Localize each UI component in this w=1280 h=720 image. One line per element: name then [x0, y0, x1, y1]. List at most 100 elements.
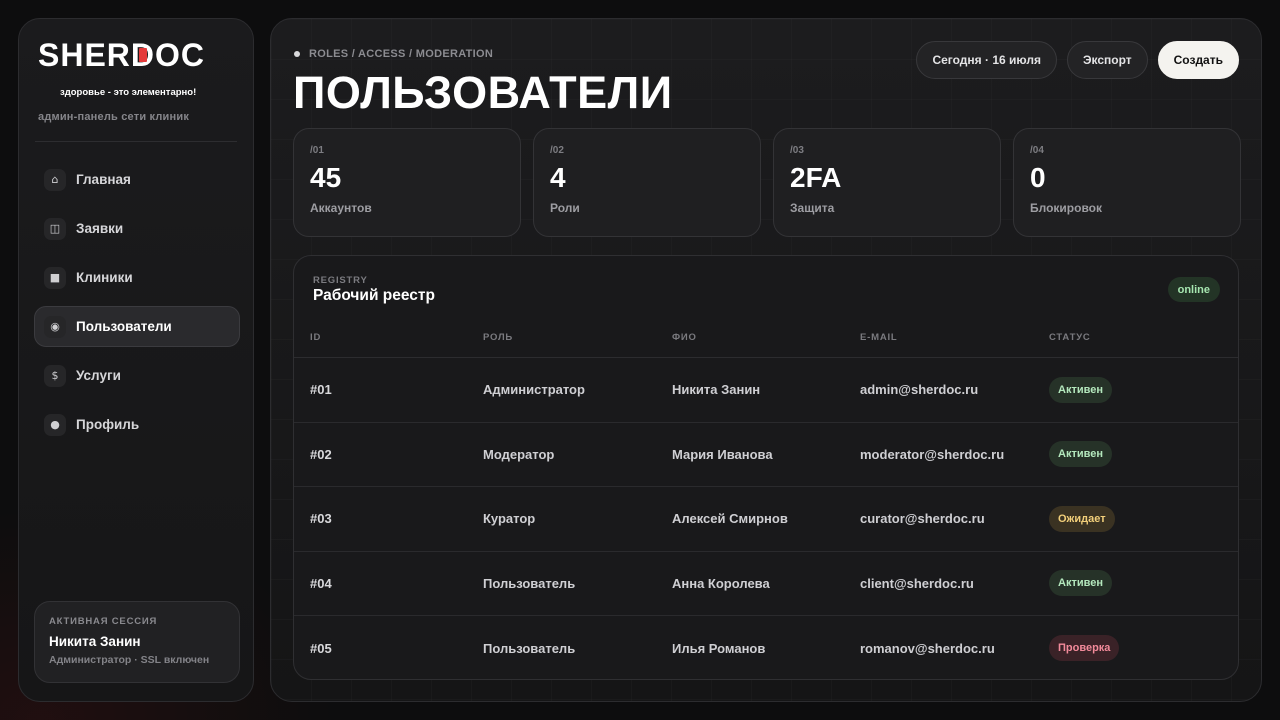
status-badge: Активен — [1049, 441, 1112, 468]
table-row[interactable]: #05 Пользователь Илья Романов romanov@sh… — [294, 616, 1238, 679]
cell-status: Ожидает — [1049, 505, 1238, 532]
column-header-status[interactable]: СТАТУС — [1049, 332, 1238, 343]
cell-role: Пользователь — [483, 575, 576, 591]
export-button[interactable]: Экспорт — [1066, 41, 1148, 79]
stat-index: /04 — [1030, 145, 1044, 156]
cell-name: Илья Романов — [672, 640, 766, 656]
status-badge: Проверка — [1049, 635, 1120, 662]
stat-card-accounts: /01 45 Аккаунтов — [293, 128, 521, 237]
stat-index: /03 — [790, 145, 804, 156]
stats-row: /01 45 Аккаунтов /02 4 Роли /03 2FA Защи… — [293, 128, 1241, 237]
cell-name: Никита Занин — [672, 382, 761, 398]
sidebar-item-label: Главная — [76, 172, 131, 187]
top-actions: Сегодня · 16 июля Экспорт Создать — [916, 41, 1239, 79]
sidebar-item-label: Пользователи — [76, 319, 172, 334]
cell-status: Активен — [1049, 441, 1238, 468]
sidebar-nav: ⌂ Главная ◫ Заявки ■ Клиники ◉ Пользоват… — [34, 159, 240, 453]
cell-id: #04 — [310, 575, 332, 591]
cell-role: Куратор — [483, 511, 536, 527]
cell-id: #03 — [310, 511, 332, 527]
stat-card-blocks: /04 0 Блокировок — [1013, 128, 1241, 237]
date-button[interactable]: Сегодня · 16 июля — [916, 41, 1057, 79]
stat-label: Роли — [550, 201, 580, 215]
brand-tagline: здоровье - это элементарно! — [60, 87, 197, 98]
cell-id: #05 — [310, 640, 332, 656]
status-badge: Активен — [1049, 570, 1112, 597]
sidebar-item-home[interactable]: ⌂ Главная — [34, 159, 240, 200]
page-title: ПОЛЬЗОВАТЕЛИ — [293, 67, 673, 118]
breadcrumb: ROLES / ACCESS / MODERATION — [294, 48, 493, 60]
breadcrumb-text: ROLES / ACCESS / MODERATION — [309, 48, 494, 60]
cell-role: Пользователь — [483, 640, 576, 656]
brand-logo[interactable]: SHERDOC — [38, 39, 205, 71]
stat-value: 4 — [550, 162, 566, 193]
sidebar-item-label: Клиники — [76, 270, 133, 285]
column-header-email[interactable]: E-MAIL — [860, 332, 1049, 343]
sidebar-item-label: Услуги — [76, 368, 121, 383]
cell-role: Администратор — [483, 382, 585, 398]
cell-id: #01 — [310, 382, 332, 398]
registry-title: Рабочий реестр — [313, 287, 435, 304]
stat-index: /02 — [550, 145, 564, 156]
sidebar-item-clinics[interactable]: ■ Клиники — [34, 257, 240, 298]
sidebar-item-requests[interactable]: ◫ Заявки — [34, 208, 240, 249]
cell-name: Анна Королева — [672, 575, 770, 591]
cell-id: #02 — [310, 446, 332, 462]
dollar-icon: $ — [44, 364, 66, 387]
table-row[interactable]: #03 Куратор Алексей Смирнов curator@sher… — [294, 487, 1238, 552]
online-status-badge: online — [1167, 277, 1220, 302]
table-row[interactable]: #02 Модератор Мария Иванова moderator@sh… — [294, 423, 1238, 487]
profile-icon: ● — [44, 413, 66, 436]
registry-kicker: REGISTRY — [313, 275, 368, 286]
stat-label: Аккаунтов — [310, 201, 372, 215]
cell-role: Модератор — [483, 446, 555, 462]
cell-email: admin@sherdoc.ru — [860, 382, 979, 398]
status-badge: Ожидает — [1049, 505, 1115, 532]
create-button[interactable]: Создать — [1157, 41, 1239, 79]
cell-status: Проверка — [1049, 635, 1238, 662]
table-row[interactable]: #01 Администратор Никита Занин admin@she… — [294, 358, 1238, 423]
home-icon: ⌂ — [44, 168, 66, 191]
column-header-name[interactable]: ФИО — [672, 332, 860, 343]
table-header: ID РОЛЬ ФИО E-MAIL СТАТУС — [294, 318, 1238, 358]
stat-value: 0 — [1030, 162, 1046, 193]
stat-value: 45 — [310, 162, 342, 193]
stat-card-protection: /03 2FA Защита — [773, 128, 1001, 237]
users-table: ID РОЛЬ ФИО E-MAIL СТАТУС #01 Администра… — [294, 318, 1238, 679]
session-user-name: Никита Занин — [49, 634, 141, 649]
table-row[interactable]: #04 Пользователь Анна Королева client@sh… — [294, 552, 1238, 616]
requests-icon: ◫ — [44, 217, 66, 240]
sidebar-item-profile[interactable]: ● Профиль — [34, 404, 240, 445]
main-panel: ROLES / ACCESS / MODERATION ПОЛЬЗОВАТЕЛИ… — [270, 18, 1262, 702]
status-badge: Активен — [1049, 376, 1112, 403]
sidebar-item-label: Заявки — [76, 221, 124, 236]
cell-email: client@sherdoc.ru — [860, 575, 974, 591]
cell-status: Активен — [1049, 376, 1238, 403]
sidebar: SHERDOC здоровье - это элементарно! адми… — [18, 18, 254, 702]
stat-label: Защита — [790, 201, 835, 215]
users-icon: ◉ — [44, 315, 66, 338]
registry-panel: REGISTRY Рабочий реестр online ID РОЛЬ Ф… — [293, 255, 1239, 680]
sidebar-item-services[interactable]: $ Услуги — [34, 355, 240, 396]
stat-card-roles: /02 4 Роли — [533, 128, 761, 237]
breadcrumb-dot-icon — [294, 51, 300, 57]
column-header-role[interactable]: РОЛЬ — [483, 332, 672, 343]
cell-email: moderator@sherdoc.ru — [860, 446, 1005, 462]
cell-name: Мария Иванова — [672, 446, 773, 462]
stat-index: /01 — [310, 145, 324, 156]
session-card: АКТИВНАЯ СЕССИЯ Никита Занин Администрат… — [34, 601, 240, 683]
column-header-id[interactable]: ID — [294, 332, 483, 343]
cell-email: romanov@sherdoc.ru — [860, 640, 995, 656]
clinic-icon: ■ — [44, 266, 66, 289]
session-meta: Администратор · SSL включен — [49, 654, 210, 666]
sidebar-item-users[interactable]: ◉ Пользователи — [34, 306, 240, 347]
sidebar-divider — [35, 141, 237, 142]
sidebar-item-label: Профиль — [76, 417, 140, 432]
cell-email: curator@sherdoc.ru — [860, 511, 985, 527]
stat-value: 2FA — [790, 162, 842, 193]
stat-label: Блокировок — [1030, 201, 1103, 215]
cell-status: Активен — [1049, 570, 1238, 597]
sidebar-subtitle: админ-панель сети клиник — [38, 111, 190, 123]
cell-name: Алексей Смирнов — [672, 511, 788, 527]
session-kicker: АКТИВНАЯ СЕССИЯ — [49, 616, 158, 627]
